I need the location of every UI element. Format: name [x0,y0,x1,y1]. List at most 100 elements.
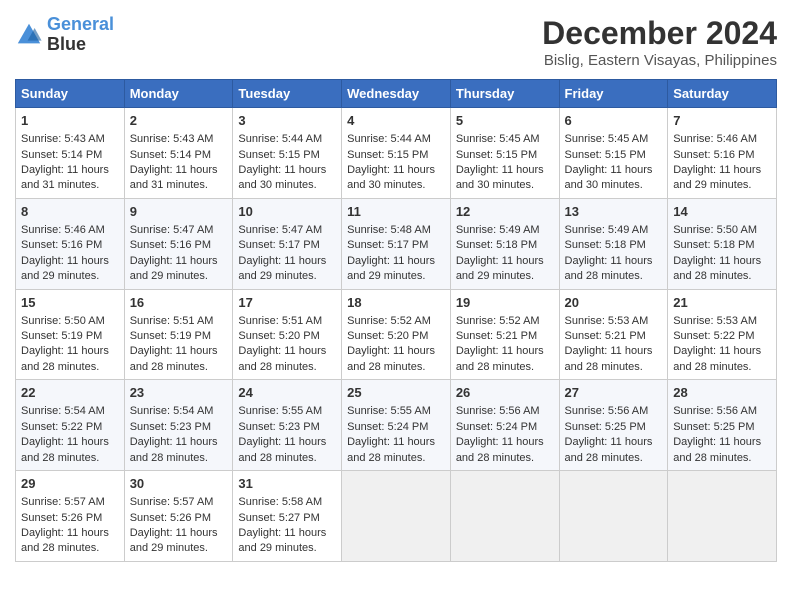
logo-text: General Blue [47,15,114,55]
day-number: 24 [238,384,336,402]
calendar-header-tuesday: Tuesday [233,80,342,108]
sunset-label: Sunset: 5:17 PM [347,239,428,251]
sunrise-label: Sunrise: 5:57 AM [21,496,105,508]
sunset-label: Sunset: 5:26 PM [130,512,211,524]
daylight-label: Daylight: 11 hours and 28 minutes. [347,436,435,463]
daylight-label: Daylight: 11 hours and 28 minutes. [21,345,109,372]
day-number: 14 [673,203,771,221]
sunrise-label: Sunrise: 5:54 AM [21,405,105,417]
sunrise-label: Sunrise: 5:44 AM [238,133,322,145]
sunrise-label: Sunrise: 5:50 AM [673,224,757,236]
sunrise-label: Sunrise: 5:45 AM [565,133,649,145]
daylight-label: Daylight: 11 hours and 28 minutes. [456,436,544,463]
calendar-cell: 15Sunrise: 5:50 AMSunset: 5:19 PMDayligh… [16,289,125,380]
calendar-cell: 3Sunrise: 5:44 AMSunset: 5:15 PMDaylight… [233,108,342,199]
day-number: 20 [565,294,663,312]
calendar-header-sunday: Sunday [16,80,125,108]
calendar-cell: 12Sunrise: 5:49 AMSunset: 5:18 PMDayligh… [450,198,559,289]
sunrise-label: Sunrise: 5:51 AM [130,315,214,327]
calendar-cell: 10Sunrise: 5:47 AMSunset: 5:17 PMDayligh… [233,198,342,289]
sunset-label: Sunset: 5:15 PM [347,149,428,161]
day-number: 17 [238,294,336,312]
daylight-label: Daylight: 11 hours and 28 minutes. [21,436,109,463]
daylight-label: Daylight: 11 hours and 29 minutes. [673,164,761,191]
calendar-cell: 22Sunrise: 5:54 AMSunset: 5:22 PMDayligh… [16,380,125,471]
calendar-cell: 28Sunrise: 5:56 AMSunset: 5:25 PMDayligh… [668,380,777,471]
calendar-cell: 6Sunrise: 5:45 AMSunset: 5:15 PMDaylight… [559,108,668,199]
calendar-cell: 7Sunrise: 5:46 AMSunset: 5:16 PMDaylight… [668,108,777,199]
calendar-cell: 31Sunrise: 5:58 AMSunset: 5:27 PMDayligh… [233,471,342,562]
day-number: 21 [673,294,771,312]
day-number: 7 [673,112,771,130]
calendar-cell: 21Sunrise: 5:53 AMSunset: 5:22 PMDayligh… [668,289,777,380]
calendar-cell: 14Sunrise: 5:50 AMSunset: 5:18 PMDayligh… [668,198,777,289]
sunrise-label: Sunrise: 5:44 AM [347,133,431,145]
day-number: 4 [347,112,445,130]
calendar-cell: 5Sunrise: 5:45 AMSunset: 5:15 PMDaylight… [450,108,559,199]
calendar-cell [559,471,668,562]
day-number: 23 [130,384,228,402]
daylight-label: Daylight: 11 hours and 29 minutes. [21,255,109,282]
page-header: General Blue December 2024 Bislig, Easte… [15,15,777,69]
sunset-label: Sunset: 5:17 PM [238,239,319,251]
calendar-cell: 8Sunrise: 5:46 AMSunset: 5:16 PMDaylight… [16,198,125,289]
title-block: December 2024 Bislig, Eastern Visayas, P… [542,15,777,69]
day-number: 22 [21,384,119,402]
calendar-week-3: 15Sunrise: 5:50 AMSunset: 5:19 PMDayligh… [16,289,777,380]
sunrise-label: Sunrise: 5:53 AM [673,315,757,327]
day-number: 19 [456,294,554,312]
sunrise-label: Sunrise: 5:56 AM [456,405,540,417]
daylight-label: Daylight: 11 hours and 28 minutes. [673,345,761,372]
sunrise-label: Sunrise: 5:57 AM [130,496,214,508]
sunset-label: Sunset: 5:14 PM [21,149,102,161]
day-number: 30 [130,475,228,493]
sunset-label: Sunset: 5:18 PM [565,239,646,251]
daylight-label: Daylight: 11 hours and 28 minutes. [238,436,326,463]
day-number: 18 [347,294,445,312]
sunrise-label: Sunrise: 5:56 AM [673,405,757,417]
daylight-label: Daylight: 11 hours and 28 minutes. [565,436,653,463]
daylight-label: Daylight: 11 hours and 28 minutes. [565,345,653,372]
calendar-cell: 29Sunrise: 5:57 AMSunset: 5:26 PMDayligh… [16,471,125,562]
logo: General Blue [15,15,114,55]
calendar-week-4: 22Sunrise: 5:54 AMSunset: 5:22 PMDayligh… [16,380,777,471]
day-number: 26 [456,384,554,402]
daylight-label: Daylight: 11 hours and 28 minutes. [673,436,761,463]
sunrise-label: Sunrise: 5:43 AM [130,133,214,145]
sunset-label: Sunset: 5:19 PM [21,330,102,342]
daylight-label: Daylight: 11 hours and 28 minutes. [347,345,435,372]
sunset-label: Sunset: 5:19 PM [130,330,211,342]
calendar-table: SundayMondayTuesdayWednesdayThursdayFrid… [15,79,777,562]
day-number: 5 [456,112,554,130]
daylight-label: Daylight: 11 hours and 29 minutes. [130,527,218,554]
logo-icon [15,21,43,49]
sunset-label: Sunset: 5:26 PM [21,512,102,524]
sunrise-label: Sunrise: 5:58 AM [238,496,322,508]
sunset-label: Sunset: 5:20 PM [238,330,319,342]
day-number: 12 [456,203,554,221]
sunset-label: Sunset: 5:15 PM [565,149,646,161]
sunrise-label: Sunrise: 5:50 AM [21,315,105,327]
sunrise-label: Sunrise: 5:55 AM [347,405,431,417]
daylight-label: Daylight: 11 hours and 29 minutes. [456,255,544,282]
daylight-label: Daylight: 11 hours and 28 minutes. [21,527,109,554]
day-number: 11 [347,203,445,221]
daylight-label: Daylight: 11 hours and 30 minutes. [565,164,653,191]
calendar-header-wednesday: Wednesday [342,80,451,108]
sunrise-label: Sunrise: 5:55 AM [238,405,322,417]
calendar-cell: 18Sunrise: 5:52 AMSunset: 5:20 PMDayligh… [342,289,451,380]
day-number: 1 [21,112,119,130]
daylight-label: Daylight: 11 hours and 30 minutes. [347,164,435,191]
calendar-week-2: 8Sunrise: 5:46 AMSunset: 5:16 PMDaylight… [16,198,777,289]
calendar-cell [450,471,559,562]
sunrise-label: Sunrise: 5:48 AM [347,224,431,236]
sunrise-label: Sunrise: 5:49 AM [565,224,649,236]
sunrise-label: Sunrise: 5:47 AM [238,224,322,236]
sunset-label: Sunset: 5:27 PM [238,512,319,524]
calendar-header-saturday: Saturday [668,80,777,108]
calendar-header-friday: Friday [559,80,668,108]
day-number: 31 [238,475,336,493]
calendar-cell: 9Sunrise: 5:47 AMSunset: 5:16 PMDaylight… [124,198,233,289]
calendar-cell: 20Sunrise: 5:53 AMSunset: 5:21 PMDayligh… [559,289,668,380]
sunrise-label: Sunrise: 5:52 AM [347,315,431,327]
